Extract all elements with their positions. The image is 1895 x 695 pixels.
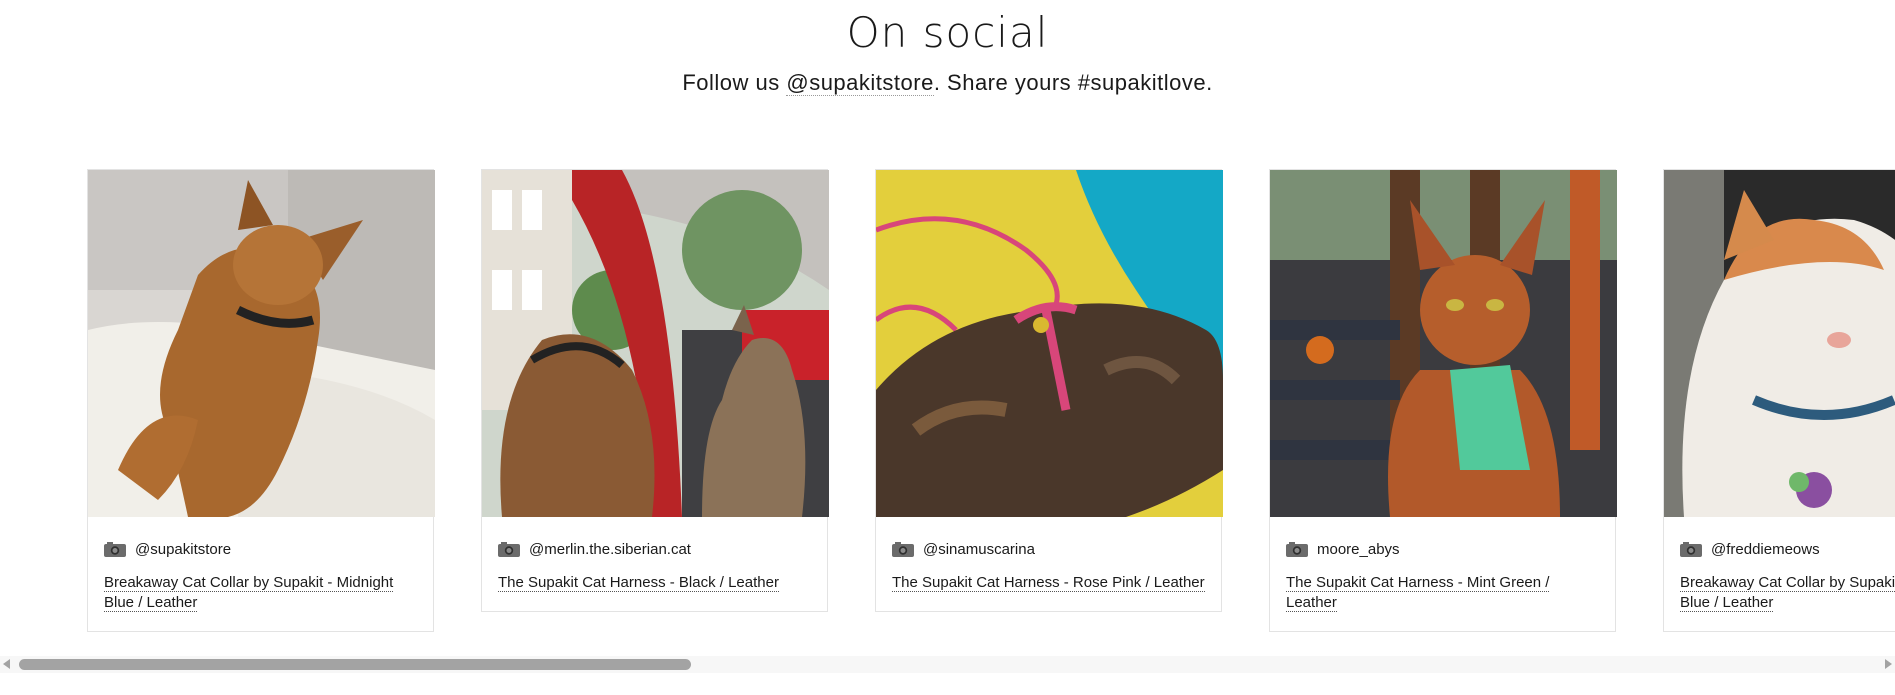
instagram-handle-link[interactable]: @supakitstore <box>786 70 934 96</box>
post-photo[interactable] <box>88 170 435 517</box>
post-meta: @sinamuscarina The Supakit Cat Harness -… <box>876 517 1221 611</box>
post-username[interactable]: @freddiemeows <box>1711 541 1820 558</box>
post-meta: @supakitstore Breakaway Cat Collar by Su… <box>88 517 433 631</box>
social-post-card[interactable]: @supakitstore Breakaway Cat Collar by Su… <box>87 169 435 632</box>
post-product-link[interactable]: The Supakit Cat Harness - Black / Leathe… <box>498 574 779 592</box>
post-product-wrap: The Supakit Cat Harness - Rose Pink / Le… <box>892 573 1205 593</box>
post-meta: moore_abys The Supakit Cat Harness - Min… <box>1270 517 1615 631</box>
post-product-wrap: The Supakit Cat Harness - Mint Green / L… <box>1286 573 1599 613</box>
social-carousel[interactable]: @supakitstore Breakaway Cat Collar by Su… <box>0 169 1895 639</box>
scroll-left-arrow-icon[interactable] <box>3 659 10 669</box>
post-user: @freddiemeows <box>1680 539 1895 559</box>
post-user: @sinamuscarina <box>892 539 1205 559</box>
social-post-card[interactable]: moore_abys The Supakit Cat Harness - Min… <box>1269 169 1617 632</box>
post-meta: @freddiemeows Breakaway Cat Collar by Su… <box>1664 517 1895 631</box>
post-photo[interactable] <box>1270 170 1617 517</box>
social-post-card[interactable]: @sinamuscarina The Supakit Cat Harness -… <box>875 169 1223 612</box>
horizontal-scrollbar[interactable] <box>0 656 1895 673</box>
social-post-card[interactable]: @freddiemeows Breakaway Cat Collar by Su… <box>1663 169 1895 632</box>
post-product-wrap: Breakaway Cat Collar by Supakit - Midnig… <box>1680 573 1895 613</box>
camera-icon <box>498 541 520 557</box>
camera-icon <box>1680 541 1702 557</box>
post-username[interactable]: @supakitstore <box>135 541 231 558</box>
post-user: @supakitstore <box>104 539 417 559</box>
camera-icon <box>104 541 126 557</box>
subtitle-prefix: Follow us <box>682 70 787 95</box>
social-post-card[interactable]: @merlin.the.siberian.cat The Supakit Cat… <box>481 169 829 612</box>
post-user: moore_abys <box>1286 539 1599 559</box>
post-photo[interactable] <box>482 170 829 517</box>
post-photo[interactable] <box>1664 170 1895 517</box>
post-product-link[interactable]: The Supakit Cat Harness - Rose Pink / Le… <box>892 574 1205 592</box>
post-photo[interactable] <box>876 170 1223 517</box>
post-product-link[interactable]: Breakaway Cat Collar by Supakit - Midnig… <box>104 574 394 612</box>
post-product-wrap: Breakaway Cat Collar by Supakit - Midnig… <box>104 573 417 613</box>
post-product-wrap: The Supakit Cat Harness - Black / Leathe… <box>498 573 811 593</box>
post-meta: @merlin.the.siberian.cat The Supakit Cat… <box>482 517 827 611</box>
section-title: On social <box>846 8 1049 57</box>
post-product-link[interactable]: The Supakit Cat Harness - Mint Green / L… <box>1286 574 1550 612</box>
on-social-section: On social Follow us @supakitstore. Share… <box>0 0 1895 695</box>
post-username[interactable]: moore_abys <box>1317 541 1400 558</box>
camera-icon <box>892 541 914 557</box>
section-subtitle: Follow us @supakitstore. Share yours #su… <box>0 70 1895 96</box>
post-user: @merlin.the.siberian.cat <box>498 539 811 559</box>
camera-icon <box>1286 541 1308 557</box>
post-username[interactable]: @sinamuscarina <box>923 541 1035 558</box>
post-product-link[interactable]: Breakaway Cat Collar by Supakit - Midnig… <box>1680 574 1895 612</box>
scroll-right-arrow-icon[interactable] <box>1885 659 1892 669</box>
subtitle-suffix: . Share yours #supakitlove. <box>933 70 1213 95</box>
scroll-thumb[interactable] <box>19 659 691 670</box>
post-username[interactable]: @merlin.the.siberian.cat <box>529 541 691 558</box>
